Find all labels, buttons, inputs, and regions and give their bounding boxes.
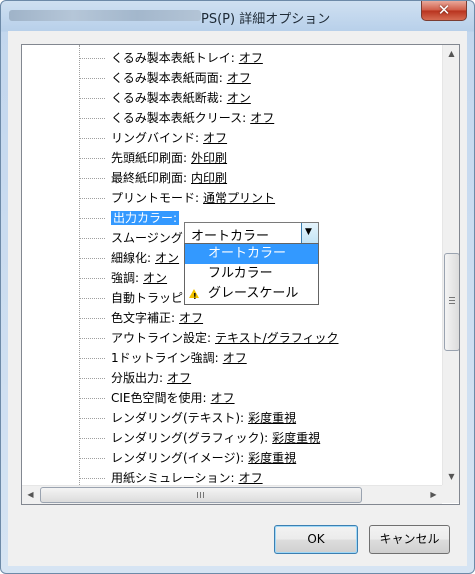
window-title: PS(P) 詳細オプション [201, 12, 331, 27]
tree-item-value[interactable]: オフ [203, 131, 227, 145]
vertical-scrollbar[interactable]: ▲ ▼ [442, 45, 459, 485]
options-tree: くるみ製本表紙トレイ: オフ くるみ製本表紙両面: オフ くるみ製本表紙断裁: オン … [21, 44, 460, 505]
tree-item-value[interactable]: オン [143, 271, 167, 285]
chevron-down-icon: ▼ [305, 227, 312, 237]
tree-item[interactable]: 最終紙印刷面: 内印刷 [79, 169, 227, 187]
tree-item-value[interactable]: オフ [239, 471, 263, 485]
tree-item[interactable]: レンダリング(イメージ): 彩度重視 [79, 449, 296, 467]
tree-item-value[interactable]: オン [227, 91, 251, 105]
tree-item-value[interactable]: 内印刷 [191, 171, 227, 185]
combobox-dropdown-button[interactable]: ▼ [301, 223, 318, 243]
output-color-dropdown-list: オートカラー フルカラー ! グレースケール [184, 243, 319, 305]
tree-item[interactable]: CIE色空間を使用: オフ [79, 389, 235, 407]
horizontal-scrollbar[interactable]: ◀ ▶ [22, 485, 442, 504]
ok-button[interactable]: OK [274, 525, 358, 554]
tree-item[interactable]: 強調: オン [79, 269, 167, 287]
tree-item-value[interactable]: オフ [239, 51, 263, 65]
tree-item-value[interactable]: 彩度重視 [248, 411, 296, 425]
scroll-down-button[interactable]: ▼ [443, 468, 459, 485]
tree-item-value[interactable]: オフ [211, 391, 235, 405]
tree-item[interactable]: 分版出力: オフ [79, 369, 191, 387]
tree-item-output-color[interactable]: 出力カラー: [79, 209, 180, 227]
tree-item-value[interactable]: オフ [227, 71, 251, 85]
tree-item[interactable]: 細線化: オン [79, 249, 179, 267]
tree-item[interactable]: くるみ製本表紙断裁: オン [79, 89, 251, 107]
close-icon: ✕ [437, 1, 451, 19]
combobox-value: オートカラー [191, 229, 270, 244]
scrollbar-corner [442, 485, 459, 503]
tree-item[interactable]: リングバインド: オフ [79, 129, 227, 147]
tree-item-value[interactable]: 彩度重視 [248, 451, 296, 465]
scroll-left-button[interactable]: ◀ [22, 486, 39, 504]
scroll-up-button[interactable]: ▲ [443, 45, 459, 62]
tree-item[interactable]: レンダリング(グラフィック): 彩度重視 [79, 429, 320, 447]
tree-item[interactable]: レンダリング(テキスト): 彩度重視 [79, 409, 296, 427]
tree-item[interactable]: くるみ製本表紙トレイ: オフ [79, 49, 263, 67]
tree-item-value[interactable]: オン [155, 251, 179, 265]
tree-item-value[interactable]: オフ [223, 351, 247, 365]
tree-item-value[interactable]: テキスト/グラフィック [215, 331, 338, 345]
tree-item[interactable]: くるみ製本表紙クリース: オフ [79, 109, 274, 127]
output-color-combobox[interactable]: オートカラー ▼ [184, 222, 319, 244]
dropdown-option[interactable]: フルカラー [185, 264, 318, 284]
title-blurred-text [9, 10, 201, 21]
tree-item[interactable]: くるみ製本表紙両面: オフ [79, 69, 251, 87]
tree-item[interactable]: 色文字補正: オフ [79, 309, 203, 327]
close-button[interactable]: ✕ [421, 1, 467, 21]
scroll-right-button[interactable]: ▶ [425, 486, 442, 504]
title-bar: PS(P) 詳細オプション ✕ [1, 1, 474, 31]
tree-item[interactable]: プリントモード: 通常プリント [79, 189, 275, 207]
dropdown-option[interactable]: ! グレースケール [185, 284, 318, 304]
tree-item-value[interactable]: オフ [179, 311, 203, 325]
tree-item[interactable]: スムージング [79, 229, 183, 247]
dialog-body: くるみ製本表紙トレイ: オフ くるみ製本表紙両面: オフ くるみ製本表紙断裁: オン … [8, 31, 467, 566]
tree-item[interactable]: アウトライン設定: テキスト/グラフィック [79, 329, 339, 347]
dropdown-option[interactable]: オートカラー [185, 244, 318, 264]
tree-item-value[interactable]: 外印刷 [191, 151, 227, 165]
tree-item-value[interactable]: 通常プリント [203, 191, 275, 205]
tree-item[interactable]: 1ドットライン強調: オフ [79, 349, 247, 367]
tree-item[interactable]: 先頭紙印刷面: 外印刷 [79, 149, 227, 167]
tree-item-value[interactable]: 彩度重視 [272, 431, 320, 445]
dialog-window: PS(P) 詳細オプション ✕ くるみ製本表紙トレイ: オフ くるみ製本表紙両面:… [0, 0, 475, 574]
cancel-button[interactable]: キャンセル [369, 525, 450, 554]
tree-item-value[interactable]: オフ [250, 111, 274, 125]
tree-item-value[interactable]: オフ [167, 371, 191, 385]
vertical-scroll-thumb[interactable] [444, 253, 459, 351]
horizontal-scroll-thumb[interactable] [40, 487, 362, 503]
